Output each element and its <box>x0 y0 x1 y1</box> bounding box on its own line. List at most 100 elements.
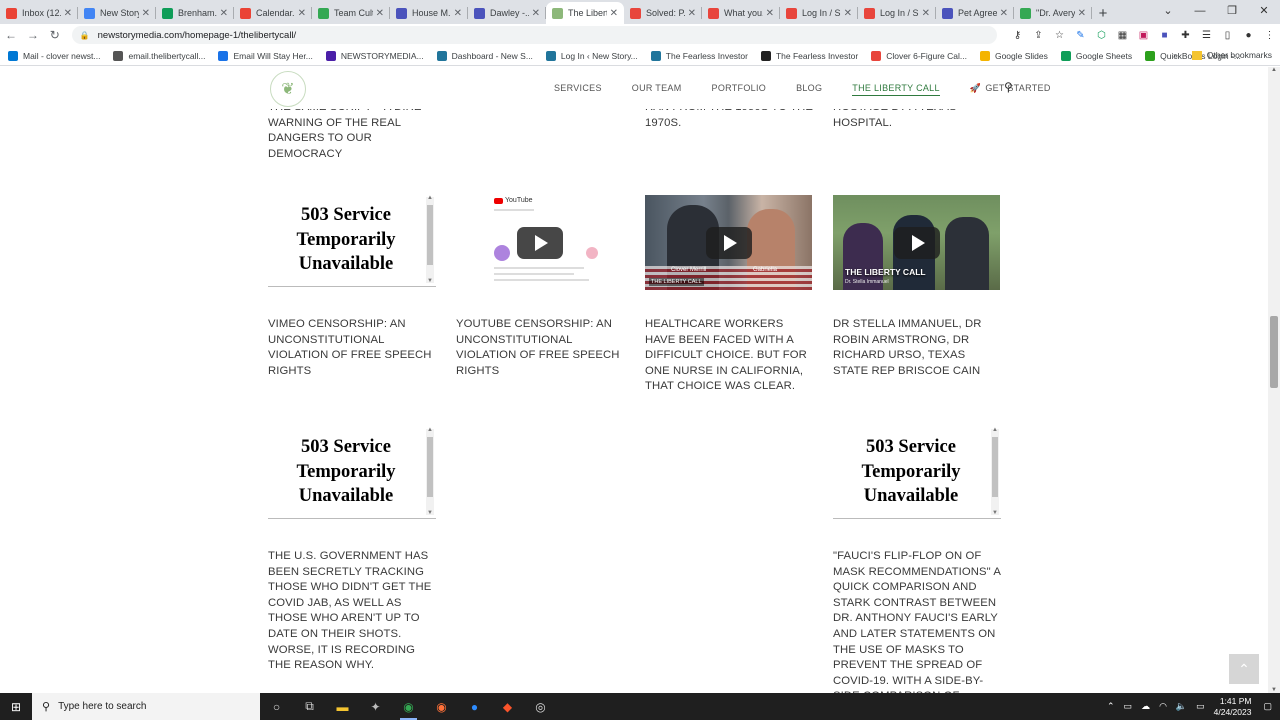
back-to-top-button[interactable]: ⌃ <box>1229 654 1259 684</box>
browser-tab[interactable]: Team Cult...✕ <box>312 2 390 24</box>
video-thumbnail[interactable]: YouTube <box>456 195 623 290</box>
scrollbar-thumb[interactable] <box>992 437 998 497</box>
browser-tab[interactable]: Dawley -... ✕ <box>468 2 546 24</box>
close-icon[interactable]: ✕ <box>64 8 72 19</box>
app-icon[interactable]: ✦ <box>359 693 392 720</box>
video-thumbnail[interactable]: THE LIBERTY CALL Dr. Stella Immanuel <box>833 195 1000 290</box>
browser-tab[interactable]: Pet Agree...✕ <box>936 2 1014 24</box>
back-icon[interactable]: ← <box>0 28 22 42</box>
new-tab-button[interactable]: + <box>1092 2 1114 24</box>
close-icon[interactable]: ✕ <box>220 8 228 19</box>
extension-icon[interactable]: ⬡ <box>1091 30 1112 41</box>
browser-tab[interactable]: Log In / S...✕ <box>780 2 858 24</box>
taskbar-search-input[interactable]: ⚲ Type here to search <box>32 693 260 720</box>
scroll-up-icon[interactable]: ▲ <box>426 195 434 201</box>
lastpass-extension-icon[interactable]: ▣ <box>1133 30 1154 41</box>
close-window-icon[interactable]: ✕ <box>1248 0 1280 22</box>
embed-error-frame[interactable]: 503 Service Temporarily Unavailable ▲ ▼ <box>268 427 436 519</box>
scrollbar[interactable]: ▲ ▼ <box>426 195 434 284</box>
close-icon[interactable]: ✕ <box>844 8 852 19</box>
browser-tab[interactable]: Solved: P...✕ <box>624 2 702 24</box>
close-icon[interactable]: ✕ <box>454 8 462 19</box>
close-icon[interactable]: ✕ <box>376 8 384 19</box>
kebab-menu-icon[interactable]: ⋮ <box>1259 30 1280 41</box>
page-scrollbar[interactable]: ▲ ▼ <box>1268 67 1280 693</box>
browser-tab[interactable]: Brenham...✕ <box>156 2 234 24</box>
task-view-icon[interactable]: ⧉ <box>293 693 326 720</box>
embed-error-frame[interactable]: 503 Service Temporarily Unavailable ▲ ▼ <box>268 195 436 287</box>
play-button[interactable] <box>705 226 752 259</box>
post-caption[interactable]: THE U.S. GOVERNMENT HAS BEEN SECRETLY TR… <box>268 549 438 674</box>
bookmark-item[interactable]: The Fearless Investor <box>650 50 748 61</box>
windows-start-icon[interactable]: ⊞ <box>0 700 32 714</box>
bookmark-item[interactable]: Dashboard - New S... <box>436 50 533 61</box>
play-button[interactable] <box>516 226 563 259</box>
grid-extension-icon[interactable]: ▦ <box>1112 30 1133 41</box>
bookmark-item[interactable]: Mail - clover newst... <box>8 50 100 61</box>
firefox-icon[interactable]: ◉ <box>425 693 458 720</box>
browser-tab[interactable]: What you...✕ <box>702 2 780 24</box>
browser-tab[interactable]: "Dr. Avery...✕ <box>1014 2 1092 24</box>
lock-icon[interactable]: 🔒 <box>80 31 90 40</box>
nav-services[interactable]: SERVICES <box>554 83 602 96</box>
taskbar-clock[interactable]: 1:41 PM 4/24/2023 <box>1214 696 1252 718</box>
url-input[interactable]: 🔒 newstorymedia.com/homepage-1/thelibert… <box>71 26 997 44</box>
notifications-icon[interactable]: ▢ <box>1263 701 1272 712</box>
brave-icon[interactable]: ◆ <box>491 693 524 720</box>
battery-icon[interactable]: ▭ <box>1196 701 1205 712</box>
post-caption[interactable]: THE SAME SCRIPT – A DIRE WARNING OF THE … <box>268 100 438 162</box>
chrome-alt-icon[interactable]: ◎ <box>524 693 557 720</box>
browser-tab[interactable]: Log In / S...✕ <box>858 2 936 24</box>
close-icon[interactable]: ✕ <box>766 8 774 19</box>
nav-blog[interactable]: BLOG <box>796 83 822 96</box>
browser-tab[interactable]: House M...✕ <box>390 2 468 24</box>
scroll-down-icon[interactable]: ▼ <box>426 278 434 284</box>
browser-tab-active[interactable]: The Libert...✕ <box>546 2 624 24</box>
edit-extension-icon[interactable]: ✎ <box>1070 30 1091 41</box>
close-icon[interactable]: ✕ <box>922 8 930 19</box>
play-button[interactable] <box>893 226 940 259</box>
browser-tab[interactable]: New Story...✕ <box>78 2 156 24</box>
close-icon[interactable]: ✕ <box>688 8 696 19</box>
network-icon[interactable]: ▭ <box>1124 701 1133 712</box>
profile-avatar-icon[interactable]: ● <box>1238 30 1259 41</box>
bookmark-item[interactable]: Email Will Stay Her... <box>218 50 313 61</box>
bookmark-item[interactable]: NEWSTORYMEDIA... <box>325 50 424 61</box>
chevron-right-icon[interactable]: » <box>1173 50 1178 60</box>
bookmark-item[interactable]: Log In ‹ New Story... <box>545 50 638 61</box>
nav-the-liberty-call[interactable]: THE LIBERTY CALL <box>852 83 940 96</box>
nav-our-team[interactable]: OUR TEAM <box>632 83 682 96</box>
show-hidden-icons-icon[interactable]: ⌃ <box>1107 701 1115 712</box>
nav-portfolio[interactable]: PORTFOLIO <box>712 83 767 96</box>
other-bookmarks[interactable]: » Other bookmarks <box>1173 50 1272 60</box>
chrome-icon[interactable]: ◉ <box>392 693 425 720</box>
scroll-down-icon[interactable]: ▼ <box>426 510 434 516</box>
reading-list-icon[interactable]: ☰ <box>1196 30 1217 41</box>
post-caption[interactable]: HEALTHCARE WORKERS HAVE BEEN FACED WITH … <box>645 317 815 395</box>
post-caption[interactable]: YOUTUBE CENSORSHIP: AN UNCONSTITUTIONAL … <box>456 317 626 379</box>
key-icon[interactable]: ⚷ <box>1007 30 1028 41</box>
video-extension-icon[interactable]: ■ <box>1154 30 1175 41</box>
scrollbar[interactable]: ▲ ▼ <box>991 427 999 516</box>
browser-tab[interactable]: Calendar...✕ <box>234 2 312 24</box>
embed-error-frame[interactable]: 503 Service Temporarily Unavailable ▲ ▼ <box>833 427 1001 519</box>
scrollbar-thumb[interactable] <box>1270 316 1278 388</box>
scroll-up-icon[interactable]: ▲ <box>426 427 434 433</box>
scrollbar[interactable]: ▲ ▼ <box>426 427 434 516</box>
video-thumbnail[interactable]: Clover Merrill Gabriella THE LIBERTY CAL… <box>645 195 812 290</box>
bookmark-item[interactable]: The Fearless Investor <box>760 50 858 61</box>
bookmark-item[interactable]: Google Sheets <box>1060 50 1132 61</box>
close-icon[interactable]: ✕ <box>1078 8 1086 19</box>
volume-icon[interactable]: 🔈 <box>1176 701 1187 712</box>
restore-icon[interactable]: ❐ <box>1216 0 1248 22</box>
side-panel-icon[interactable]: ▯ <box>1217 30 1238 41</box>
share-icon[interactable]: ⇪ <box>1028 30 1049 41</box>
browser-tab[interactable]: Inbox (12...✕ <box>0 2 78 24</box>
scrollbar-thumb[interactable] <box>427 205 433 265</box>
zoom-icon[interactable]: ● <box>458 693 491 720</box>
scroll-up-icon[interactable]: ▲ <box>991 427 999 433</box>
post-caption[interactable]: "FAUCI'S FLIP-FLOP ON OF MASK RECOMMENDA… <box>833 549 1003 693</box>
post-caption[interactable]: VIMEO CENSORSHIP: AN UNCONSTITUTIONAL VI… <box>268 317 438 379</box>
reload-icon[interactable]: ↻ <box>44 28 66 42</box>
close-icon[interactable]: ✕ <box>610 8 618 19</box>
